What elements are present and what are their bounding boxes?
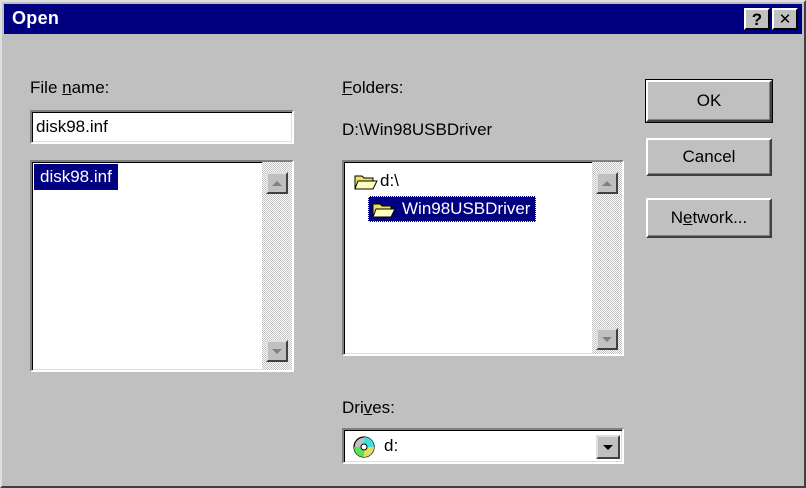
- help-icon: ?: [751, 9, 763, 29]
- folder-list-scroll-up-button[interactable]: [596, 172, 618, 194]
- file-name-input[interactable]: [32, 112, 292, 142]
- drives-dropdown[interactable]: d:: [342, 428, 624, 464]
- folder-list[interactable]: d:\ Win98USBDriver: [342, 160, 624, 356]
- open-dialog: Open ? ✕ File name: disk98.inf Folders: …: [0, 0, 806, 488]
- ok-button[interactable]: OK: [645, 79, 773, 123]
- file-list[interactable]: disk98.inf: [30, 160, 294, 372]
- open-folder-icon: [354, 175, 378, 190]
- file-list-scroll-up-button[interactable]: [266, 172, 288, 194]
- close-button[interactable]: ✕: [772, 8, 798, 30]
- arrow-down-icon: [602, 336, 612, 342]
- folder-item-label: d:\: [380, 171, 399, 190]
- drives-dropdown-button[interactable]: [596, 435, 620, 459]
- file-list-scroll-down-button[interactable]: [266, 340, 288, 362]
- folder-item-label: Win98USBDriver: [402, 199, 531, 218]
- file-name-field-frame: [30, 110, 294, 144]
- file-list-item[interactable]: disk98.inf: [34, 164, 118, 190]
- window-title: Open: [12, 8, 60, 28]
- arrow-down-icon: [272, 348, 282, 354]
- arrow-up-icon: [272, 180, 282, 186]
- folder-item-win98usbdriver[interactable]: Win98USBDriver: [368, 196, 537, 222]
- open-folder-icon: [372, 203, 396, 218]
- folder-list-scroll-down-button[interactable]: [596, 328, 618, 350]
- drives-label: Drives:: [342, 398, 395, 417]
- chevron-down-icon: [603, 444, 613, 450]
- close-icon: ✕: [778, 10, 792, 28]
- arrow-up-icon: [602, 180, 612, 186]
- selected-drive: d:: [384, 436, 399, 455]
- folders-label: Folders:: [342, 78, 404, 97]
- title-bar[interactable]: Open ? ✕: [4, 4, 802, 34]
- current-folder-path: D:\Win98USBDriver: [342, 120, 493, 139]
- folder-item-root[interactable]: d:\: [352, 168, 405, 194]
- cd-drive-icon: [353, 436, 375, 458]
- cancel-button[interactable]: Cancel: [646, 138, 772, 176]
- network-button[interactable]: Ne twork...: [646, 198, 772, 238]
- file-name-label: File name:: [30, 78, 110, 97]
- help-button[interactable]: ?: [744, 8, 770, 30]
